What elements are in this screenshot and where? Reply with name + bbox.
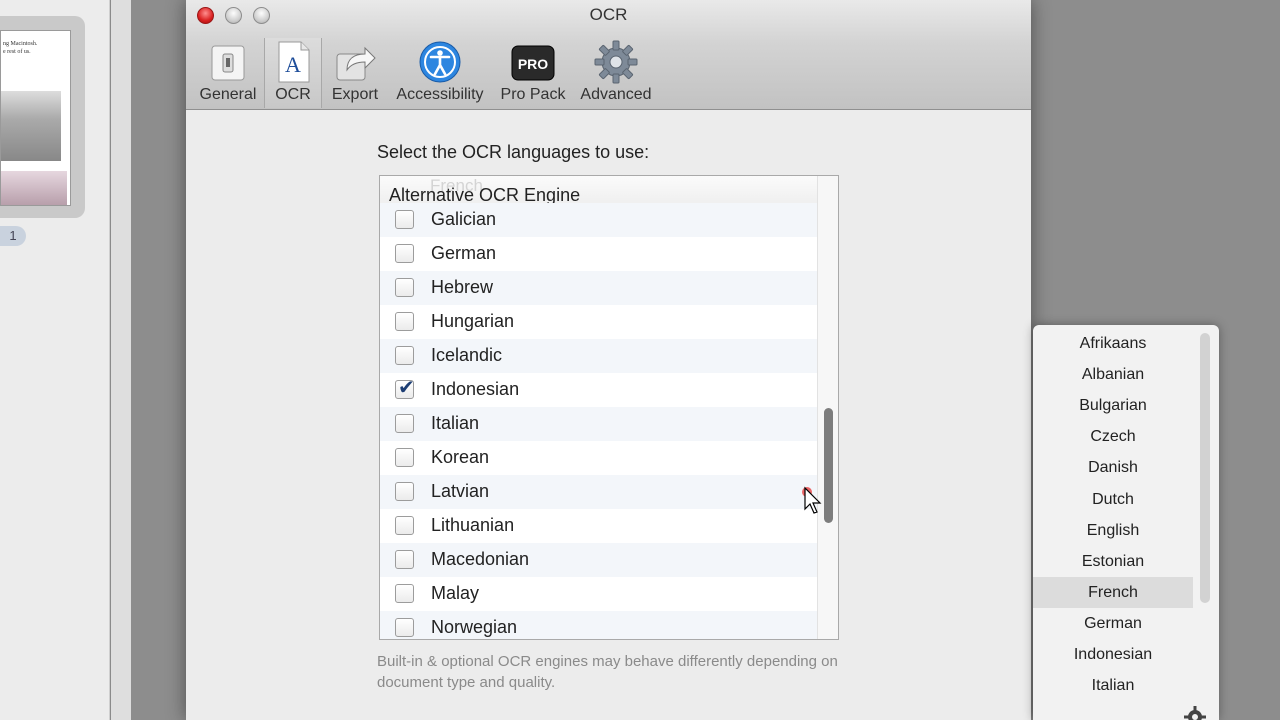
page-number-badge: 1 [0, 226, 26, 246]
language-checkbox[interactable] [395, 414, 414, 433]
language-row[interactable]: Latvian [380, 475, 817, 509]
dropdown-item[interactable]: Bulgarian [1033, 390, 1193, 421]
ocr-letter-icon: A [271, 40, 315, 84]
language-row[interactable]: Hungarian [380, 305, 817, 339]
language-checkbox[interactable] [395, 312, 414, 331]
tab-general-label: General [199, 86, 257, 103]
language-name: Korean [431, 447, 490, 467]
language-row[interactable]: Malay [380, 577, 817, 611]
language-name: Latvian [431, 481, 490, 501]
tab-ocr[interactable]: A OCR [264, 38, 322, 108]
window-toolbar: OCR General A OCR Export Accessibility P… [186, 0, 1031, 110]
language-row[interactable]: Icelandic [380, 339, 817, 373]
language-name: Indonesian [431, 379, 520, 399]
gear-icon [594, 40, 638, 84]
language-row[interactable]: German [380, 237, 817, 271]
language-checkbox[interactable]: ✔ [395, 377, 415, 399]
thumbnail-text-2: e rest of us. [3, 49, 31, 55]
language-checkbox[interactable] [395, 618, 414, 637]
switch-icon [206, 40, 250, 84]
tab-general[interactable]: General [196, 38, 260, 108]
sidebar-divider [111, 0, 131, 720]
language-row[interactable]: Norwegian [380, 611, 817, 639]
dropdown-item[interactable]: Italian [1033, 670, 1193, 701]
dropdown-item[interactable]: Danish [1033, 452, 1193, 483]
ocr-footnote: Built-in & optional OCR engines may beha… [377, 653, 838, 691]
language-name: Norwegian [431, 617, 518, 637]
dropdown-item[interactable]: Albanian [1033, 359, 1193, 390]
language-name: Lithuanian [431, 515, 515, 535]
language-row[interactable]: Macedonian [380, 543, 817, 577]
thumbnail-keyboard-image [1, 171, 67, 205]
language-checkbox[interactable] [395, 210, 414, 229]
language-row[interactable]: Italian [380, 407, 817, 441]
language-name: Macedonian [431, 549, 530, 569]
language-name: Italian [431, 413, 480, 433]
language-name: Hebrew [431, 277, 494, 297]
svg-text:PRO: PRO [518, 56, 548, 72]
tab-export-label: Export [331, 86, 379, 103]
language-row[interactable]: Galician [380, 203, 817, 237]
svg-text:A: A [285, 52, 301, 77]
language-checkbox[interactable] [395, 278, 414, 297]
list-scrollbar-thumb[interactable] [824, 408, 833, 523]
dropdown-item[interactable]: Estonian [1033, 546, 1193, 577]
dropdown-scrollbar-thumb[interactable] [1200, 333, 1210, 603]
dropdown-item[interactable]: English [1033, 515, 1193, 546]
language-dropdown-menu[interactable]: Afrikaans Albanian Bulgarian Czech Danish Dut… [1033, 325, 1219, 720]
mouse-cursor-icon [800, 485, 822, 515]
dropdown-item[interactable]: Afrikaans [1033, 328, 1193, 359]
language-checkbox[interactable] [395, 244, 414, 263]
language-checkbox[interactable] [395, 550, 414, 569]
dropdown-item[interactable]: Dutch [1033, 484, 1193, 515]
ocr-language-list[interactable]: French Alternative OCR Engine Galician Ge… [379, 175, 839, 640]
thumbnail-text-1: ng Macintosh. [3, 41, 38, 47]
document-sidebar: ng Macintosh. e rest of us. 1 [0, 0, 110, 720]
tab-accessibility[interactable]: Accessibility [390, 38, 490, 108]
tab-advanced[interactable]: Advanced [576, 38, 656, 108]
ocr-languages-prompt: Select the OCR languages to use: [377, 142, 650, 162]
page-thumbnail[interactable]: ng Macintosh. e rest of us. [0, 30, 71, 206]
language-name: Hungarian [431, 311, 515, 331]
accessibility-icon [418, 40, 462, 84]
tab-pro-pack[interactable]: PRO Pro Pack [498, 38, 568, 108]
language-name: German [431, 243, 497, 263]
language-checkbox[interactable] [395, 584, 414, 603]
window-title: OCR [589, 5, 628, 24]
export-arrow-icon [333, 40, 377, 84]
tab-export[interactable]: Export [326, 38, 384, 108]
language-row[interactable]: Korean [380, 441, 817, 475]
thumbnail-photo [1, 91, 61, 161]
language-row[interactable]: ✔ Indonesian [380, 373, 817, 407]
preferences-window: OCR General A OCR Export Accessibility P… [186, 0, 1031, 720]
language-checkbox[interactable] [395, 346, 414, 365]
dropdown-item[interactable]: Czech [1033, 421, 1193, 452]
language-name: Icelandic [431, 345, 503, 365]
language-name: Galician [431, 209, 497, 229]
tab-advanced-label: Advanced [580, 86, 652, 103]
tab-ocr-label: OCR [275, 86, 311, 103]
language-name: Malay [431, 583, 480, 603]
language-checkbox[interactable] [395, 448, 414, 467]
action-gear-icon[interactable] [1183, 705, 1207, 720]
language-row[interactable]: Hebrew [380, 271, 817, 305]
tab-pro-pack-label: Pro Pack [500, 86, 566, 103]
dropdown-item[interactable]: German [1033, 608, 1193, 639]
language-checkbox[interactable] [395, 516, 414, 535]
dropdown-item[interactable]: Indonesian [1033, 639, 1193, 670]
language-checkbox[interactable] [395, 482, 414, 501]
dropdown-item[interactable]: French [1033, 576, 1193, 608]
language-row[interactable]: Lithuanian [380, 509, 817, 543]
pro-badge-icon: PRO [511, 40, 555, 84]
tab-accessibility-label: Accessibility [396, 86, 484, 103]
checkmark-icon: ✔ [398, 377, 415, 399]
